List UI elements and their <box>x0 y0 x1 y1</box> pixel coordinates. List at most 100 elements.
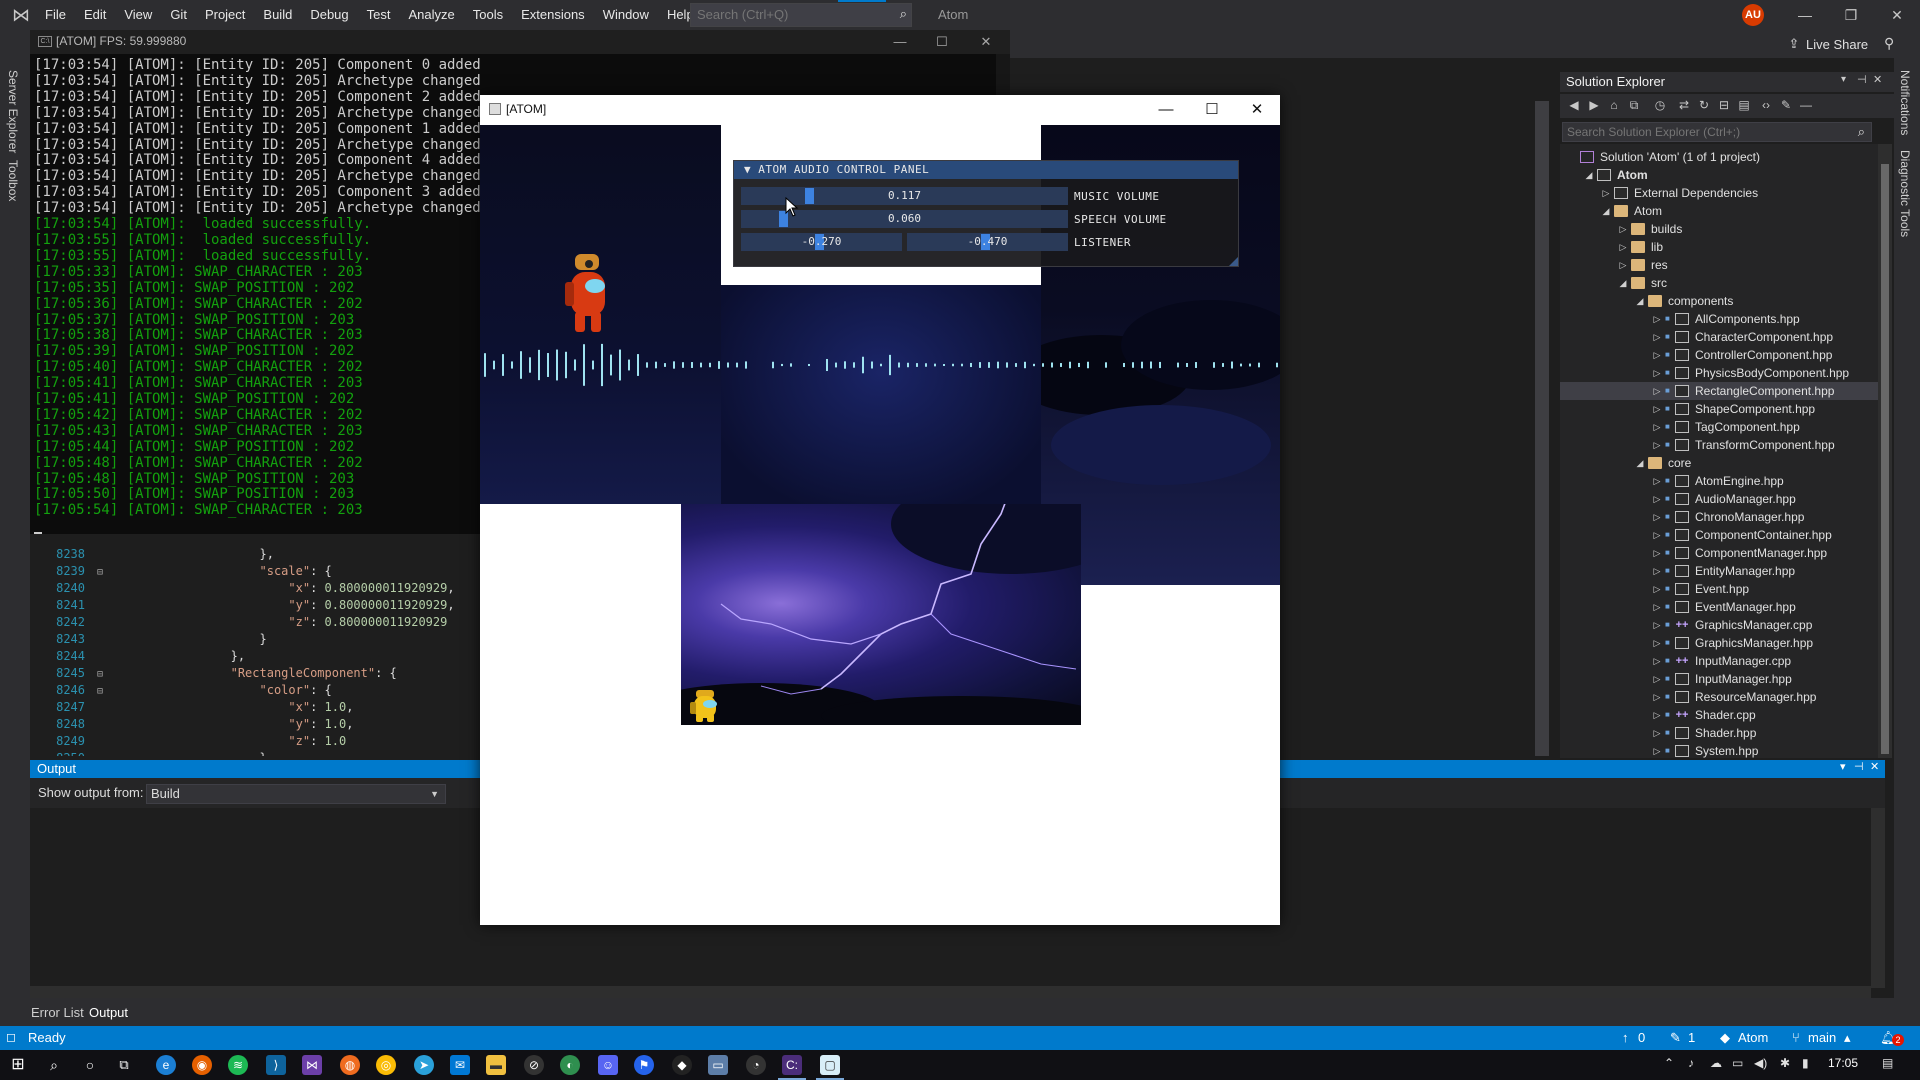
maps-icon[interactable]: ⚑ <box>634 1055 654 1075</box>
tree-item[interactable]: ◢ components <box>1560 292 1878 310</box>
cortana-icon[interactable]: ○ <box>80 1055 100 1075</box>
console-maximize-button[interactable]: ☐ <box>922 30 962 54</box>
tree-item[interactable]: ▷ ■ GraphicsManager.hpp <box>1560 634 1878 652</box>
user-avatar[interactable]: AU <box>1742 4 1764 26</box>
se-search-input[interactable] <box>1563 123 1831 141</box>
live-share-icon[interactable]: ⇪ <box>1786 36 1802 52</box>
discord-icon[interactable]: ☺ <box>598 1055 618 1075</box>
tree-item[interactable]: ▷ res <box>1560 256 1878 274</box>
action-center-icon[interactable]: ▤ <box>1882 1056 1893 1070</box>
expand-closed-icon[interactable]: ▷ <box>1651 670 1663 688</box>
edge-icon[interactable]: e <box>156 1055 176 1075</box>
tree-item[interactable]: ▷ External Dependencies <box>1560 184 1878 202</box>
network-icon[interactable]: ▭ <box>1732 1056 1743 1070</box>
expand-closed-icon[interactable]: ▷ <box>1651 526 1663 544</box>
listener-x-slider[interactable]: -0.270 <box>741 233 902 251</box>
output-source-select[interactable]: Build ▼ <box>146 784 446 804</box>
search-icon[interactable]: ⌕ <box>900 6 907 22</box>
tree-item[interactable]: ▷ ■ Shader.hpp <box>1560 724 1878 742</box>
expand-closed-icon[interactable]: ▷ <box>1651 310 1663 328</box>
menu-analyze[interactable]: Analyze <box>399 0 463 30</box>
menu-debug[interactable]: Debug <box>301 0 357 30</box>
tree-item[interactable]: ▷ ■ ++ Shader.cpp <box>1560 706 1878 724</box>
globe-icon[interactable]: ◐ <box>560 1055 580 1075</box>
tray-chevron-icon[interactable]: ⌃ <box>1664 1056 1674 1070</box>
menu-file[interactable]: File <box>36 0 75 30</box>
tab-server-explorer[interactable]: Server Explorer <box>6 70 20 153</box>
chevron-up-icon[interactable]: ▴ <box>1844 1030 1851 1046</box>
expand-closed-icon[interactable]: ▷ <box>1651 544 1663 562</box>
taskbar-clock[interactable]: 17:05 <box>1828 1056 1858 1070</box>
expand-closed-icon[interactable]: ▷ <box>1651 472 1663 490</box>
tree-item[interactable]: Solution 'Atom' (1 of 1 project) <box>1560 148 1878 166</box>
expand-closed-icon[interactable]: ▷ <box>1617 256 1629 274</box>
se-pin-icon[interactable]: ⊣ <box>1857 73 1867 86</box>
expand-closed-icon[interactable]: ▷ <box>1651 490 1663 508</box>
branch-name[interactable]: main <box>1808 1030 1836 1045</box>
atom-close-button[interactable]: ✕ <box>1234 95 1280 125</box>
expand-closed-icon[interactable]: ▷ <box>1651 688 1663 706</box>
editor-line[interactable]: 8245 ⊟ "RectangleComponent": { <box>30 665 455 682</box>
vs-search-box[interactable]: ⌕ <box>690 3 912 27</box>
app-dark-icon[interactable]: ◆ <box>672 1055 692 1075</box>
tree-item[interactable]: ▷ ■ ResourceManager.hpp <box>1560 688 1878 706</box>
tree-item[interactable]: ▷ ■ EventManager.hpp <box>1560 598 1878 616</box>
app-circle-icon[interactable]: ⊘ <box>524 1055 544 1075</box>
atom-minimize-button[interactable]: — <box>1143 95 1189 125</box>
expand-closed-icon[interactable]: ▷ <box>1651 742 1663 758</box>
output-hscrollbar[interactable] <box>30 986 1871 998</box>
editor-line[interactable]: 8240 "x": 0.800000011920929, <box>30 580 455 597</box>
atom-maximize-button[interactable]: ☐ <box>1189 95 1235 125</box>
show-all-files-icon[interactable]: ▤ <box>1736 97 1752 113</box>
tree-item[interactable]: ▷ ■ AllComponents.hpp <box>1560 310 1878 328</box>
commits-count[interactable]: 0 <box>1638 1030 1645 1045</box>
editor-line[interactable]: 8242 "z": 0.800000011920929 <box>30 614 455 631</box>
console-window-icon[interactable]: C: <box>782 1055 802 1075</box>
tree-item[interactable]: ▷ ■ Event.hpp <box>1560 580 1878 598</box>
tab-output[interactable]: Output <box>89 1005 128 1020</box>
expand-open-icon[interactable]: ◢ <box>1634 292 1646 310</box>
tree-item[interactable]: ▷ ■ System.hpp <box>1560 742 1878 758</box>
expand-closed-icon[interactable]: ▷ <box>1651 346 1663 364</box>
console-close-button[interactable]: ✕ <box>966 30 1006 54</box>
editor-scrollbar[interactable] <box>1535 101 1549 756</box>
visual-studio-icon[interactable]: ⋈ <box>302 1055 322 1075</box>
home-icon[interactable]: ⌂ <box>1606 97 1622 113</box>
expand-closed-icon[interactable]: ▷ <box>1651 382 1663 400</box>
editor-line[interactable]: 8241 "y": 0.800000011920929, <box>30 597 455 614</box>
feedback-icon[interactable]: ⚲ <box>1884 35 1894 52</box>
se-close-icon[interactable]: ✕ <box>1873 73 1882 86</box>
file-explorer-icon[interactable]: ▬ <box>486 1055 506 1075</box>
changes-count[interactable]: 1 <box>1688 1030 1695 1045</box>
expand-closed-icon[interactable]: ▷ <box>1651 418 1663 436</box>
expand-closed-icon[interactable]: ▷ <box>1651 652 1663 670</box>
tree-item[interactable]: ▷ ■ PhysicsBodyComponent.hpp <box>1560 364 1878 382</box>
expand-closed-icon[interactable]: ▷ <box>1651 328 1663 346</box>
tree-item[interactable]: ▷ ■ TransformComponent.hpp <box>1560 436 1878 454</box>
panel-resize-grip[interactable] <box>1229 257 1238 266</box>
tab-diagnostic-tools[interactable]: Diagnostic Tools <box>1898 150 1912 237</box>
app-blue-icon[interactable]: ▭ <box>708 1055 728 1075</box>
menu-extensions[interactable]: Extensions <box>512 0 594 30</box>
mail-icon[interactable]: ✉ <box>450 1055 470 1075</box>
switch-views-icon[interactable]: ⧉ <box>1626 97 1642 113</box>
output-pin-icon[interactable]: ⊣ <box>1854 760 1864 773</box>
editor-line[interactable]: 8243 } <box>30 631 455 648</box>
tree-item[interactable]: ▷ ■ ChronoManager.hpp <box>1560 508 1878 526</box>
tree-item[interactable]: ▷ builds <box>1560 220 1878 238</box>
tree-item[interactable]: ▷ ■ AudioManager.hpp <box>1560 490 1878 508</box>
windows-start-icon[interactable]: ⊞ <box>8 1055 28 1075</box>
tree-item[interactable]: ▷ lib <box>1560 238 1878 256</box>
editor-line[interactable]: 8248 "y": 1.0, <box>30 716 455 733</box>
editor-line[interactable]: 8238 }, <box>30 546 455 563</box>
menu-test[interactable]: Test <box>358 0 400 30</box>
console-minimize-button[interactable]: — <box>880 30 920 54</box>
view-code-icon[interactable]: ‹› <box>1758 97 1774 113</box>
telegram-icon[interactable]: ➤ <box>414 1055 434 1075</box>
expand-closed-icon[interactable]: ▷ <box>1651 724 1663 742</box>
spotify-icon[interactable]: ≋ <box>228 1055 248 1075</box>
onedrive-icon[interactable]: ☁ <box>1710 1056 1722 1070</box>
menu-git[interactable]: Git <box>161 0 196 30</box>
branch-icon[interactable]: ⑂ <box>1792 1030 1800 1045</box>
expand-closed-icon[interactable]: ▷ <box>1651 562 1663 580</box>
